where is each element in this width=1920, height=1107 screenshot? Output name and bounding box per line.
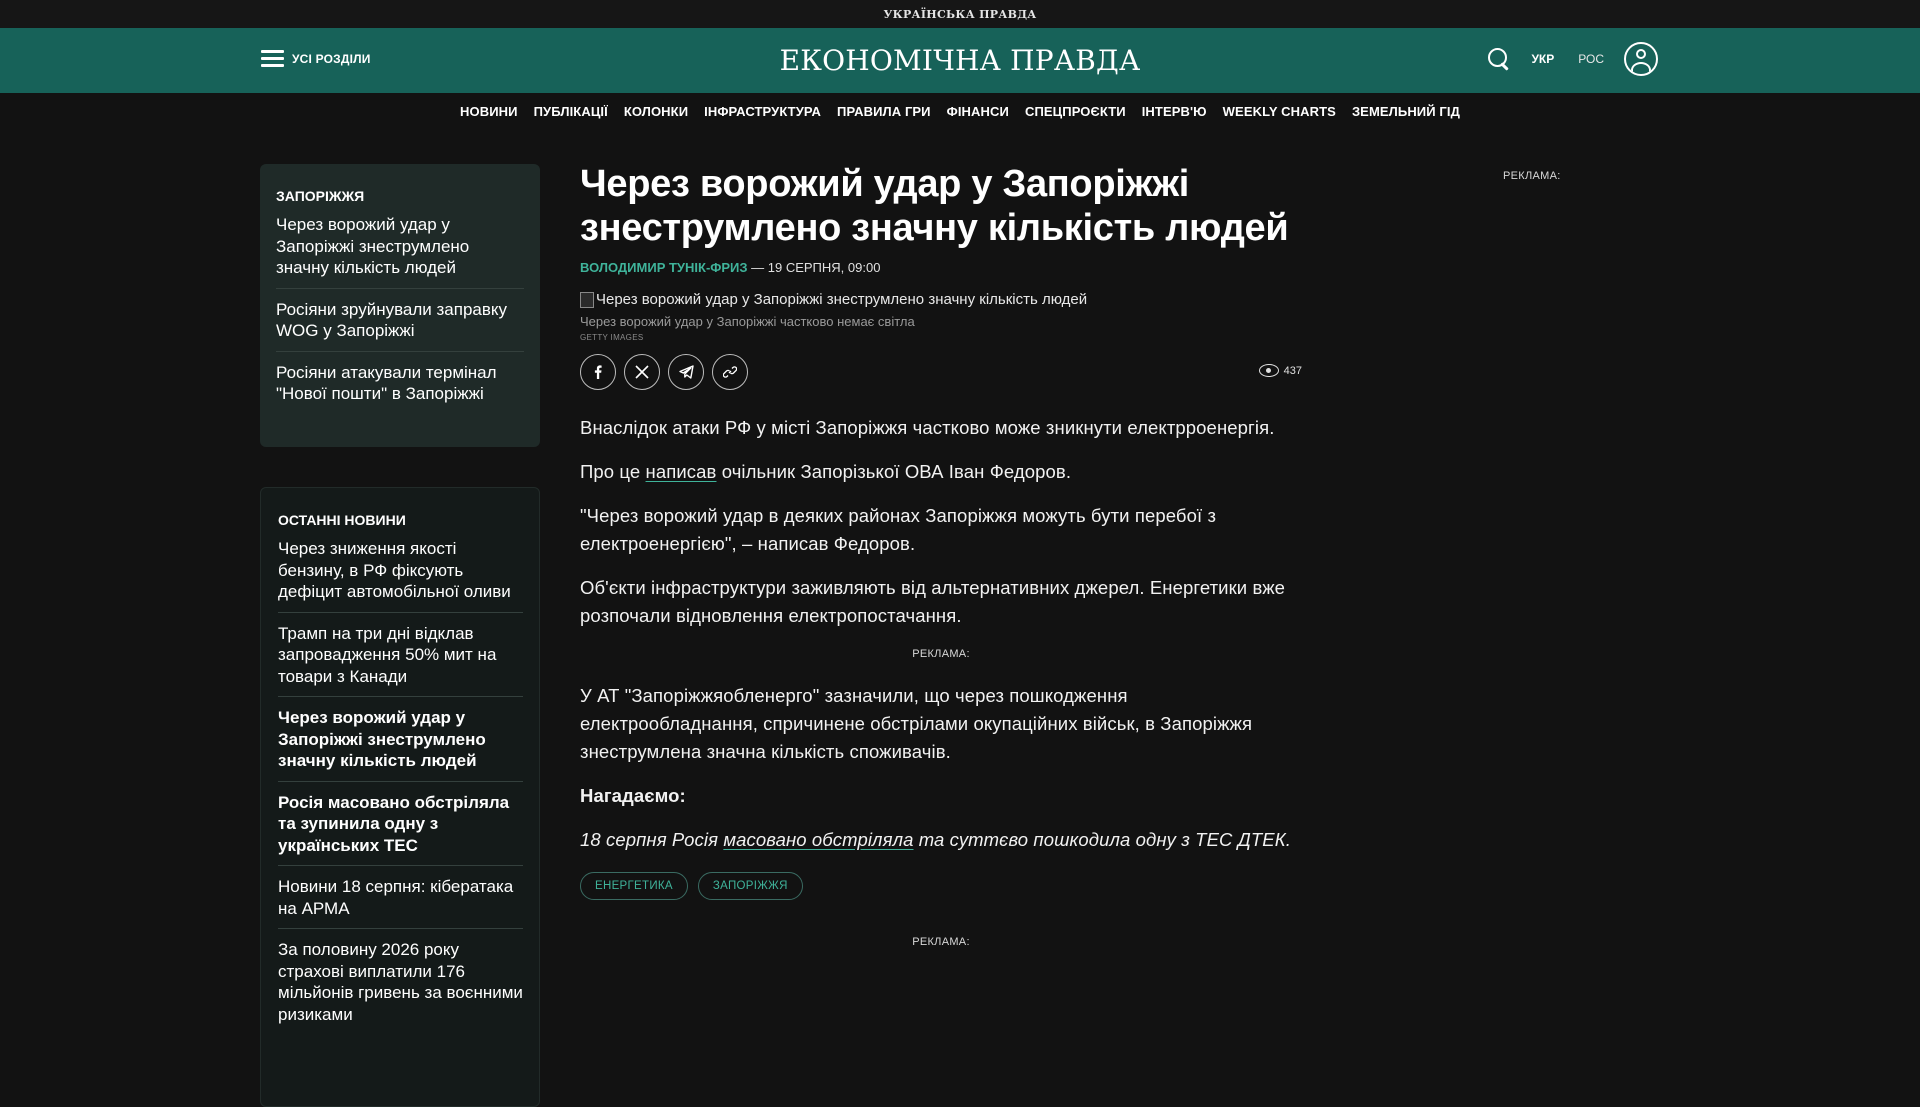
region-news-box: ЗАПОРІЖЖЯ Через ворожий удар у Запоріжжі… [260,164,540,447]
list-item[interactable]: Росіяни зруйнували заправку WOG у Запорі… [276,299,524,352]
share-bar: 437 [580,354,1302,390]
nav-item-infrastructure[interactable]: ІНФРАСТРУКТУРА [704,104,821,124]
related-link[interactable]: масовано обстріляла [723,829,913,850]
nav-item-news[interactable]: НОВИНИ [460,104,518,124]
list-item[interactable]: Через зниження якості бензину, в РФ фікс… [278,538,523,613]
image-alt-text: Через ворожий удар у Запоріжжі знеструмл… [596,291,1088,308]
view-count: 437 [1283,364,1302,377]
list-item[interactable]: За половину 2026 року страхові виплатили… [278,939,523,1034]
article-image: Через ворожий удар у Запоріжжі знеструмл… [580,291,1302,308]
facebook-icon [594,365,602,379]
lang-ukr-link[interactable]: УКР [1531,52,1554,66]
list-item[interactable]: Через ворожий удар у Запоріжжі знеструмл… [276,214,524,289]
source-link[interactable]: написав [646,461,717,482]
article-paragraph: Про це написав очільник Запорізької ОВА … [580,461,1072,482]
telegram-icon [678,365,694,379]
share-telegram-button[interactable] [668,354,704,390]
latest-news-title: ОСТАННІ НОВИНИ [278,512,406,528]
article-paragraph: 18 серпня Росія масовано обстріляла та с… [580,829,1291,850]
top-brand-strip: УКРАЇНСЬКА ПРАВДА [0,0,1920,28]
list-item[interactable]: Росія масовано обстріляла та зупинила од… [278,792,523,866]
side-ad-label: РЕКЛАМА: [1503,170,1561,182]
ad-label: РЕКЛАМА: [912,936,970,948]
nav-item-land-guide[interactable]: ЗЕМЕЛЬНИЙ ГІД [1352,104,1460,124]
user-account-icon[interactable] [1624,42,1658,76]
nav-item-rules[interactable]: ПРАВИЛА ГРИ [837,104,931,124]
nav-item-finance[interactable]: ФІНАНСИ [947,104,1009,124]
ad-label: РЕКЛАМА: [912,648,970,660]
share-facebook-button[interactable] [580,354,616,390]
author-link[interactable]: ВОЛОДИМИР ТУНІК-ФРИЗ [580,260,748,275]
nav-item-interview[interactable]: ІНТЕРВ'Ю [1142,104,1207,124]
view-counter: 437 [1258,364,1302,377]
latest-news-box: ОСТАННІ НОВИНИ Через зниження якості бен… [260,487,540,1107]
image-credit: GETTY IMAGES [580,333,644,342]
article: Через ворожий удар у Запоріжжі знеструмл… [580,162,1302,948]
nav-item-columns[interactable]: КОЛОНКИ [624,104,688,124]
main-nav: НОВИНИ ПУБЛІКАЦІЇ КОЛОНКИ ІНФРАСТРУКТУРА… [0,104,1920,124]
x-icon [635,365,649,379]
list-item[interactable]: Новини 18 серпня: кібератака на АРМА [278,876,523,929]
article-title: Через ворожий удар у Запоріжжі знеструмл… [580,163,1289,249]
search-icon[interactable] [1487,47,1511,71]
lang-ros-link[interactable]: РОС [1578,52,1604,66]
article-paragraph: Об'єкти інфраструктури заживляють від ал… [580,577,1286,626]
list-item[interactable]: Трамп на три дні відклав запровадження 5… [278,623,523,697]
article-paragraph: У АТ "Запоріжжяобленерго" зазначили, що … [580,685,1253,762]
header-actions: УКР РОС [1487,42,1658,76]
link-icon [723,366,737,378]
nav-item-weekly-charts[interactable]: WEEKLY CHARTS [1223,104,1336,124]
reminder-heading: Нагадаємо: [580,785,686,806]
article-date: — 19 СЕРПНЯ, 09:00 [747,260,881,275]
broken-image-icon [580,291,594,308]
nav-item-publications[interactable]: ПУБЛІКАЦІЇ [534,104,608,124]
tag-list: ЕНЕРГЕТИКА ЗАПОРІЖЖЯ [580,872,1302,900]
parent-brand[interactable]: УКРАЇНСЬКА ПРАВДА [883,8,1036,21]
list-item[interactable]: Росіяни атакували термінал "Нової пошти"… [276,362,524,414]
tag-energy[interactable]: ЕНЕРГЕТИКА [580,872,688,900]
article-meta: ВОЛОДИМИР ТУНІК-ФРИЗ — 19 СЕРПНЯ, 09:00 [580,260,1302,275]
copy-link-button[interactable] [712,354,748,390]
article-paragraph: Внаслідок атаки РФ у місті Запоріжжя час… [580,417,1275,438]
eye-icon [1258,364,1279,377]
region-news-title[interactable]: ЗАПОРІЖЖЯ [276,188,524,204]
site-header: УСІ РОЗДІЛИ ЕКОНОМІЧНА ПРАВДА УКР РОС [0,28,1920,93]
article-paragraph: "Через ворожий удар в деяких районах Зап… [580,505,1217,554]
tag-zaporizhzhia[interactable]: ЗАПОРІЖЖЯ [697,872,803,900]
image-caption: Через ворожий удар у Запоріжжі частково … [580,314,915,329]
share-x-button[interactable] [624,354,660,390]
nav-item-special-projects[interactable]: СПЕЦПРОЄКТИ [1025,104,1126,124]
list-item[interactable]: Через ворожий удар у Запоріжжі знеструмл… [278,707,523,782]
